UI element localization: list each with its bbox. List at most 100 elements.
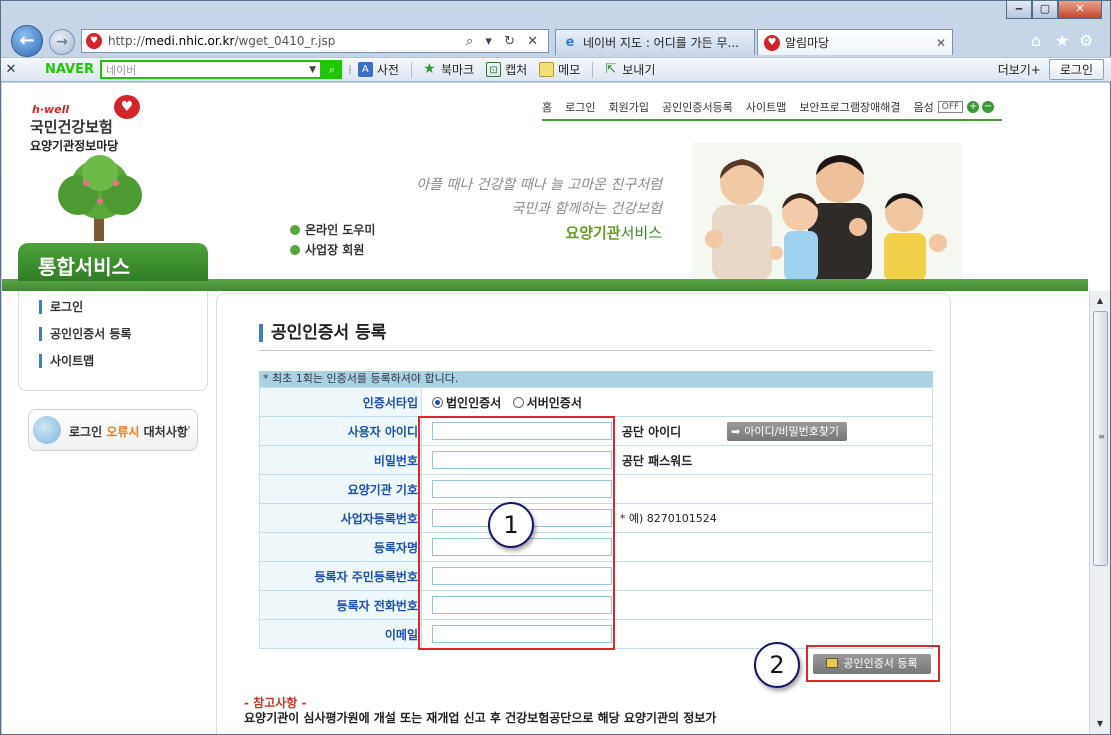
quick-links: 온라인 도우미 사업장 회원	[290, 220, 375, 260]
naver-logo[interactable]: NAVER	[45, 62, 94, 77]
gnb-home[interactable]: 홈	[542, 99, 552, 115]
gnb-sitemap[interactable]: 사이트맵	[746, 99, 786, 115]
lnb-item-cert-register[interactable]: 공인인증서 등록	[39, 327, 131, 341]
browser-window: ‒ ▢ ✕ ← → ♥ http://medi.nhic.or.kr/wget_…	[0, 0, 1111, 735]
forward-arrow-icon: →	[56, 34, 68, 50]
logo-hwell: h·well	[32, 103, 70, 116]
cert-type-label: 인증서타입	[259, 387, 422, 417]
zoom-out-icon[interactable]: −	[982, 101, 995, 113]
chevron-down-icon[interactable]: ▼	[309, 65, 320, 75]
memo-button[interactable]: 메모	[539, 61, 580, 78]
nhis-heart-icon: ♥	[86, 33, 102, 49]
star-icon: ★	[423, 61, 436, 77]
chevron-right-icon: ›	[187, 423, 191, 433]
gnb-login[interactable]: 로그인	[565, 99, 595, 115]
logo-subtitle: 요양기관정보마당	[30, 139, 119, 153]
left-nav: 로그인 공인인증서 등록 사이트맵	[18, 291, 208, 391]
service-tab[interactable]: 통합서비스	[18, 243, 208, 281]
voice-toggle[interactable]: OFF	[937, 101, 964, 113]
back-arrow-icon: ←	[19, 30, 35, 51]
forward-button[interactable]: →	[49, 29, 75, 55]
naver-search-input[interactable]: 네이버 ▼	[100, 60, 323, 79]
form-notice: * 최초 1회는 인증서를 등록하셔야 합니다.	[259, 371, 933, 387]
business-member-link[interactable]: 사업장 회원	[290, 240, 375, 260]
annotation-callout-1: 1	[488, 502, 534, 548]
online-helper-link[interactable]: 온라인 도우미	[290, 220, 375, 240]
institution-code-label: 요양기관 기호	[259, 474, 422, 504]
family-photo	[692, 143, 962, 281]
global-nav: 홈 로그인 회원가입 공인인증서등록 사이트맵 보안프로그램장애해결 음성 OF…	[542, 95, 1002, 121]
more-button[interactable]: 더보기+	[998, 61, 1041, 78]
address-url[interactable]: http://medi.nhic.or.kr/wget_0410_r.jsp	[108, 34, 466, 48]
send-button[interactable]: ⇱ 보내기	[603, 61, 655, 78]
radio-corporate[interactable]: 법인인증서	[432, 396, 501, 410]
slogan: 아플 때나 건강할 때나 늘 고마운 친구처럼 국민과 함께하는 건강보험 요양…	[416, 177, 662, 242]
favorites-icon[interactable]: ★	[1055, 31, 1069, 50]
vertical-scrollbar[interactable]: ▲ ≡ ▼	[1089, 291, 1110, 734]
tab-close-icon[interactable]: ✕	[928, 36, 946, 50]
radio-corporate-icon[interactable]	[432, 396, 443, 408]
scroll-up-icon[interactable]: ▲	[1092, 293, 1108, 309]
scroll-thumb[interactable]: ≡	[1093, 311, 1108, 566]
login-error-banner[interactable]: 로그인 오류시 대처사항 ›	[28, 409, 198, 451]
annotation-callout-2: 2	[754, 642, 800, 688]
naver-search-button[interactable]: ⌕	[322, 60, 343, 79]
capture-icon: ⊡	[486, 62, 502, 77]
radio-server[interactable]: 서버인증서	[512, 396, 582, 410]
bookmark-button[interactable]: ★ 북마크	[422, 61, 474, 78]
toolbar-close-icon[interactable]: ✕	[1, 62, 21, 77]
grip-icon: ≡	[1098, 432, 1105, 441]
maximize-button[interactable]: ▢	[1032, 1, 1058, 19]
helper-character-icon	[33, 416, 61, 444]
address-actions[interactable]: ⌕ ▾ ↻ ✕	[466, 34, 548, 49]
registrant-name-label: 등록자명	[259, 532, 422, 562]
gnb-voice: 음성	[913, 101, 934, 114]
tab-notice[interactable]: ♥ 알림마당 ✕	[757, 29, 953, 55]
gnb-join[interactable]: 회원가입	[609, 99, 649, 115]
gear-icon[interactable]: ⚙	[1079, 31, 1093, 50]
page-title: 공인인증서 등록	[259, 324, 386, 342]
user-id-hint: 공단 아이디	[621, 424, 682, 439]
lnb-item-sitemap[interactable]: 사이트맵	[39, 354, 94, 368]
reference-body: 요양기관이 심사평가원에 개설 또는 재개업 신고 후 건강보험공단으로 해당 …	[244, 711, 717, 725]
scroll-down-icon[interactable]: ▼	[1092, 716, 1108, 732]
naver-login-button[interactable]: 로그인	[1048, 59, 1104, 80]
find-id-password-button[interactable]: ➡ 아이디/비밀번호찾기	[727, 421, 848, 441]
business-number-hint: * 예) 8270101524	[619, 512, 717, 525]
nhis-heart-icon: ♥	[114, 95, 140, 119]
address-bar[interactable]: ♥ http://medi.nhic.or.kr/wget_0410_r.jsp…	[81, 29, 549, 53]
gnb-cert-register[interactable]: 공인인증서등록	[662, 99, 733, 115]
logo-title[interactable]: 국민건강보험	[30, 116, 113, 137]
tab-naver-map[interactable]: e 네이버 지도 : 어디를 가든 무...	[555, 29, 755, 55]
zoom-in-icon[interactable]: +	[967, 101, 980, 113]
home-icon[interactable]: ⌂	[1031, 31, 1041, 50]
nhis-heart-icon: ♥	[764, 34, 780, 51]
window-controls: ‒ ▢ ✕	[1006, 1, 1102, 19]
minimize-button[interactable]: ‒	[1006, 1, 1032, 19]
address-row: ← → ♥ http://medi.nhic.or.kr/wget_0410_r…	[1, 23, 1111, 57]
gnb-security-help[interactable]: 보안프로그램장애해결	[799, 99, 900, 115]
password-hint: 공단 패스워드	[621, 453, 693, 468]
bullet-icon	[290, 245, 300, 255]
search-icon: ⌕	[328, 63, 336, 76]
password-label: 비밀번호	[259, 445, 422, 475]
arrow-right-icon: ➡	[731, 424, 741, 438]
naver-toolbar: ✕ NAVER 네이버 ▼ ⌕ ⁞ A 사전 ★ 북마크 ⊡ 캡처 메모 ⇱ 보내기 더…	[1, 57, 1111, 82]
radio-server-icon[interactable]	[512, 396, 524, 408]
business-number-label: 사업자등록번호	[259, 503, 422, 533]
back-button[interactable]: ←	[11, 25, 43, 57]
ie-icon: e	[565, 34, 575, 50]
memo-icon	[539, 62, 555, 77]
capture-button[interactable]: ⊡ 캡처	[486, 61, 527, 78]
annotation-box-2	[806, 645, 940, 682]
close-window-button[interactable]: ✕	[1058, 1, 1102, 19]
lnb-item-login[interactable]: 로그인	[39, 300, 83, 314]
email-label: 이메일	[259, 619, 422, 649]
registrant-rrn-label: 등록자 주민등록번호	[259, 561, 422, 591]
dictionary-button[interactable]: A 사전	[357, 61, 399, 78]
send-icon: ⇱	[605, 62, 617, 77]
registrant-phone-label: 등록자 전화번호	[259, 590, 422, 620]
toolbar-grip-icon: ⁞	[348, 62, 352, 77]
bullet-icon	[290, 225, 300, 235]
dictionary-icon: A	[357, 62, 373, 77]
